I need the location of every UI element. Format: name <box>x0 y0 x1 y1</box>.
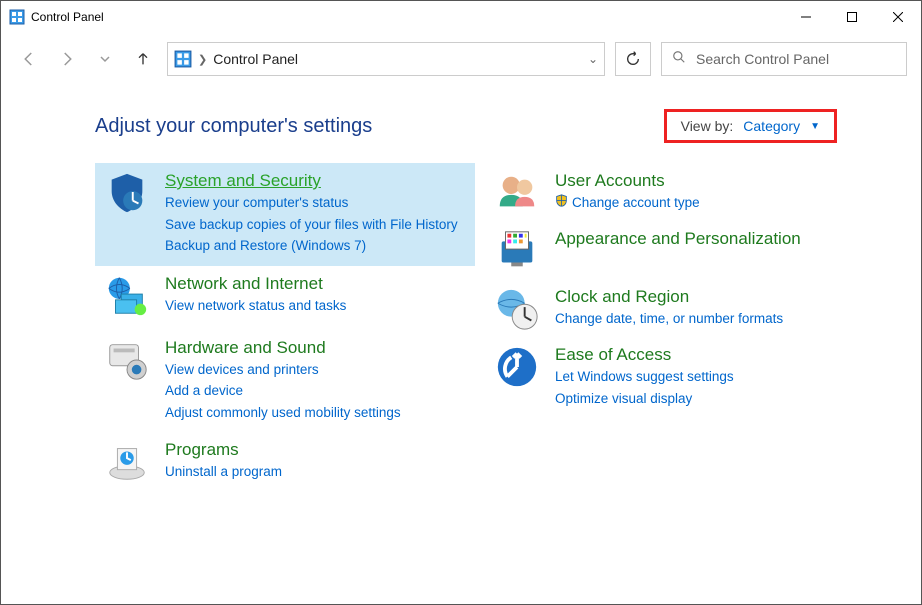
system-security-title[interactable]: System and Security <box>165 171 458 191</box>
category-appearance: Appearance and Personalization <box>485 221 885 279</box>
category-programs: Programs Uninstall a program <box>95 432 475 496</box>
clock-region-title[interactable]: Clock and Region <box>555 287 783 307</box>
chevron-right-icon[interactable]: ❯ <box>198 53 207 66</box>
sublink-add-device[interactable]: Add a device <box>165 381 401 401</box>
sublink-change-account-type[interactable]: Change account type <box>572 193 700 213</box>
category-ease-of-access: Ease of Access Let Windows suggest setti… <box>485 337 885 418</box>
programs-title[interactable]: Programs <box>165 440 282 460</box>
sublink-review-status[interactable]: Review your computer's status <box>165 193 458 213</box>
sublink-devices-printers[interactable]: View devices and printers <box>165 360 401 380</box>
control-panel-app-icon <box>9 9 25 25</box>
clock-region-icon <box>493 285 541 333</box>
window-title: Control Panel <box>31 10 104 24</box>
network-internet-title[interactable]: Network and Internet <box>165 274 346 294</box>
minimize-button[interactable] <box>783 1 829 33</box>
search-box[interactable] <box>661 42 907 76</box>
category-network-internet: Network and Internet View network status… <box>95 266 475 330</box>
close-button[interactable] <box>875 1 921 33</box>
user-accounts-title[interactable]: User Accounts <box>555 171 700 191</box>
category-user-accounts: User Accounts Change account type <box>485 163 885 221</box>
breadcrumb[interactable]: Control Panel <box>213 51 298 67</box>
search-icon <box>672 50 686 69</box>
view-by-value: Category <box>743 118 800 134</box>
hardware-sound-icon <box>103 336 151 384</box>
sublink-uninstall[interactable]: Uninstall a program <box>165 462 282 482</box>
control-panel-address-icon <box>174 50 192 68</box>
category-clock-region: Clock and Region Change date, time, or n… <box>485 279 885 337</box>
maximize-button[interactable] <box>829 1 875 33</box>
recent-dropdown-button[interactable] <box>91 45 119 73</box>
shield-icon <box>555 194 568 212</box>
search-input[interactable] <box>696 51 896 67</box>
category-hardware-sound: Hardware and Sound View devices and prin… <box>95 330 475 433</box>
programs-icon <box>103 438 151 486</box>
sublink-file-history[interactable]: Save backup copies of your files with Fi… <box>165 215 458 235</box>
view-by-label: View by: <box>681 118 734 134</box>
address-dropdown-icon[interactable]: ⌄ <box>588 52 598 66</box>
sublink-date-time[interactable]: Change date, time, or number formats <box>555 309 783 329</box>
address-bar[interactable]: ❯ Control Panel ⌄ <box>167 42 605 76</box>
ease-of-access-title[interactable]: Ease of Access <box>555 345 734 365</box>
system-security-icon <box>103 169 151 217</box>
sublink-network-status[interactable]: View network status and tasks <box>165 296 346 316</box>
back-button[interactable] <box>15 45 43 73</box>
category-system-security: System and Security Review your computer… <box>95 163 475 266</box>
sublink-mobility-settings[interactable]: Adjust commonly used mobility settings <box>165 403 401 423</box>
sublink-suggest-settings[interactable]: Let Windows suggest settings <box>555 367 734 387</box>
ease-of-access-icon <box>493 343 541 391</box>
sublink-visual-display[interactable]: Optimize visual display <box>555 389 734 409</box>
refresh-button[interactable] <box>615 42 651 76</box>
up-button[interactable] <box>129 45 157 73</box>
appearance-icon <box>493 227 541 275</box>
network-internet-icon <box>103 272 151 320</box>
titlebar: Control Panel <box>1 1 921 33</box>
page-title: Adjust your computer's settings <box>95 115 664 138</box>
view-by-selector[interactable]: View by: Category ▼ <box>664 109 837 143</box>
hardware-sound-title[interactable]: Hardware and Sound <box>165 338 401 358</box>
appearance-title[interactable]: Appearance and Personalization <box>555 229 801 249</box>
dropdown-icon: ▼ <box>810 121 820 132</box>
forward-button[interactable] <box>53 45 81 73</box>
user-accounts-icon <box>493 169 541 217</box>
nav-toolbar: ❯ Control Panel ⌄ <box>1 39 921 79</box>
content-area: Adjust your computer's settings View by:… <box>1 79 921 506</box>
sublink-backup-restore[interactable]: Backup and Restore (Windows 7) <box>165 236 458 256</box>
